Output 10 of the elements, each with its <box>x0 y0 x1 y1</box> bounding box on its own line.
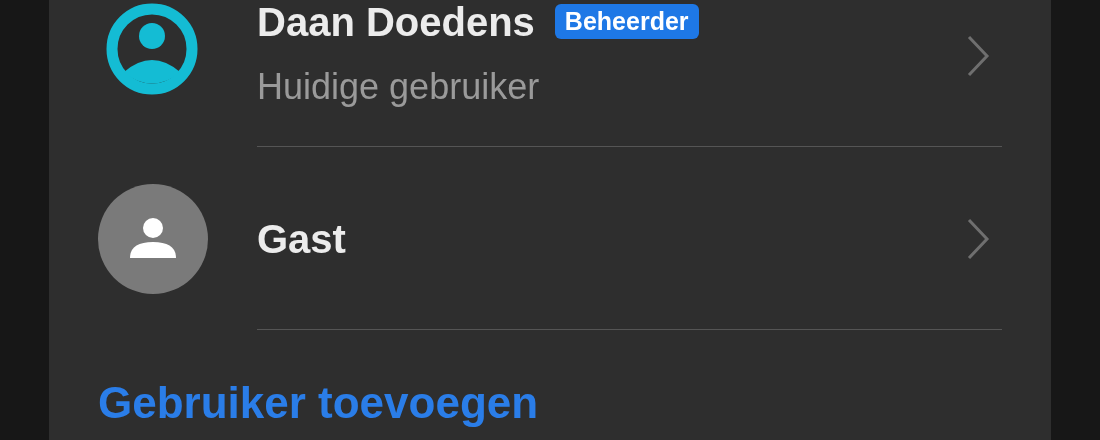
chevron-right-icon <box>966 216 990 261</box>
user-status: Huidige gebruiker <box>257 65 541 108</box>
chevron-right-icon <box>966 33 990 78</box>
role-badge: Beheerder <box>554 4 699 39</box>
user-row[interactable]: Gast <box>98 147 1002 330</box>
user-name: Daan Doedens <box>257 0 535 46</box>
user-row[interactable]: Daan Doedens Beheerder Huidige gebruiker <box>98 0 1002 147</box>
user-name: Gast <box>257 215 346 263</box>
user-avatar-icon <box>106 2 198 95</box>
user-avatar-icon <box>98 183 208 294</box>
